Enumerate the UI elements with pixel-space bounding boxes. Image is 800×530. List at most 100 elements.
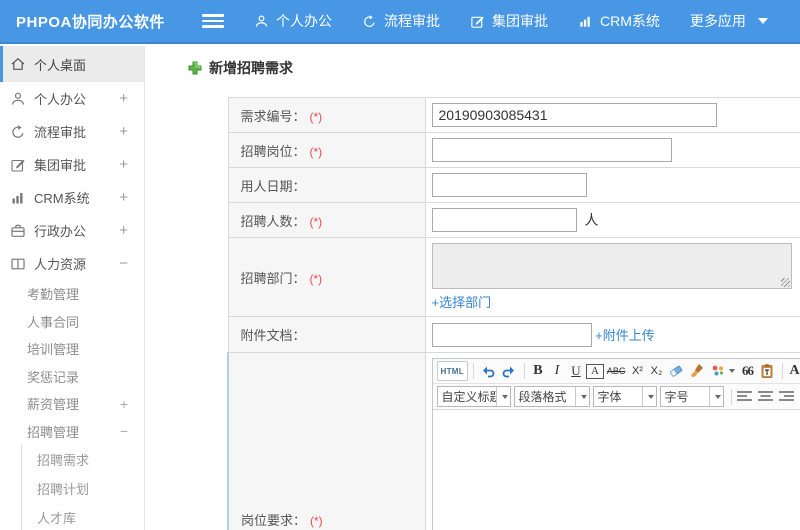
recruitment-submenu: 招聘需求 招聘计划 人才库 — [21, 445, 144, 530]
hire-date-input[interactable] — [431, 173, 587, 197]
form-row-requirements: 岗位要求： (*) HTML B I U A ABC X² X₂ 66 A 自定… — [227, 352, 800, 530]
toolbar-separator — [730, 388, 732, 405]
sidebar-item-recruit-plan[interactable]: 招聘计划 — [22, 474, 144, 503]
main-content: 新增招聘需求 需求编号：(*) 招聘岗位：(*) — [146, 46, 800, 530]
sidebar-item-hr-contract[interactable]: 人事合同 — [0, 308, 144, 336]
strikethrough-button[interactable]: ABC — [605, 361, 628, 381]
sidebar-item-label: 行政办公 — [34, 224, 87, 239]
sidebar-item-hr[interactable]: 人力资源 − — [0, 247, 144, 280]
caret-down-icon — [495, 387, 510, 406]
sidebar-item-label: 集团审批 — [34, 158, 87, 173]
sidebar-item-label: 考勤管理 — [27, 287, 80, 303]
nav-personal-office[interactable]: 个人办公 — [254, 11, 332, 31]
form-row-position: 招聘岗位： (*) — [227, 132, 800, 168]
nav-label: 集团审批 — [492, 13, 548, 29]
editor-content-area[interactable] — [432, 410, 800, 530]
expand-icon[interactable]: + — [120, 396, 128, 412]
required-mark: (*) — [309, 214, 323, 229]
blockquote-button[interactable]: 66 — [738, 361, 756, 381]
font-color-button[interactable]: A — [787, 361, 800, 381]
toolbar-separator — [472, 363, 474, 379]
position-input[interactable] — [431, 138, 672, 162]
sidebar-item-label: 个人桌面 — [34, 57, 87, 73]
sidebar-item-label: CRM系统 — [34, 191, 90, 206]
sidebar-item-label: 个人办公 — [34, 92, 87, 107]
underline-button[interactable]: U — [567, 361, 585, 381]
nav-more-apps[interactable]: 更多应用 — [690, 11, 768, 31]
sidebar-item-training[interactable]: 培训管理 — [0, 335, 144, 363]
department-textarea[interactable] — [431, 243, 792, 289]
sidebar-item-recruit-demand[interactable]: 招聘需求 — [22, 445, 144, 474]
toolbar-separator — [523, 363, 525, 379]
nav-workflow-approval[interactable]: 流程审批 — [362, 11, 440, 31]
bold-button[interactable]: B — [529, 361, 547, 381]
field-label: 招聘岗位： — [240, 143, 306, 159]
sidebar-item-admin-office[interactable]: 行政办公 + — [0, 214, 144, 247]
format-brush-icon[interactable] — [687, 361, 707, 381]
collapse-icon[interactable]: − — [119, 255, 128, 272]
font-size-select[interactable]: 字号 — [659, 386, 724, 407]
nav-label: CRM系统 — [600, 13, 660, 29]
emotion-icon[interactable] — [708, 361, 737, 381]
add-icon — [188, 61, 202, 75]
sidebar-item-salary[interactable]: 薪资管理 + — [0, 390, 144, 418]
undo-icon[interactable] — [478, 361, 498, 381]
nav-crm-system[interactable]: CRM系统 — [578, 11, 660, 31]
sidebar-item-label: 薪资管理 — [27, 397, 80, 413]
editor-toolbar-row1: HTML B I U A ABC X² X₂ 66 A — [432, 359, 800, 384]
menu-toggle-icon[interactable] — [202, 14, 224, 28]
page-title-text: 新增招聘需求 — [209, 60, 293, 76]
attachment-input[interactable] — [431, 322, 592, 347]
expand-icon[interactable]: + — [119, 189, 128, 206]
sidebar-item-label: 人才库 — [37, 511, 77, 526]
sidebar-item-attendance[interactable]: 考勤管理 — [0, 280, 144, 308]
expand-icon[interactable]: + — [119, 222, 128, 239]
subscript-button[interactable]: X₂ — [647, 361, 665, 381]
sidebar-item-desktop[interactable]: 个人桌面 — [0, 46, 144, 82]
edit-icon — [11, 159, 25, 172]
custom-title-select[interactable]: 自定义标题 — [436, 386, 511, 407]
align-left-icon[interactable] — [736, 390, 753, 404]
page-title: 新增招聘需求 — [188, 58, 293, 78]
field-label: 需求编号： — [240, 108, 306, 124]
align-center-icon[interactable] — [757, 390, 774, 404]
collapse-icon[interactable]: − — [120, 423, 128, 439]
caret-down-icon — [708, 387, 723, 406]
sidebar-item-personal-office[interactable]: 个人办公 + — [0, 82, 144, 115]
font-border-button[interactable]: A — [585, 363, 604, 379]
italic-button[interactable]: I — [548, 361, 566, 381]
sidebar-item-talent-pool[interactable]: 人才库 — [22, 503, 144, 530]
editor-toolbar-row2: 自定义标题 段落格式 字体 — [432, 384, 800, 410]
demand-number-input[interactable] — [431, 103, 717, 127]
superscript-button[interactable]: X² — [628, 361, 646, 381]
paste-icon[interactable] — [757, 361, 777, 381]
headcount-input[interactable] — [431, 208, 577, 232]
sidebar-item-group-approval[interactable]: 集团审批 + — [0, 148, 144, 181]
sidebar-item-label: 流程审批 — [34, 125, 87, 140]
form-row-date: 用人日期： — [227, 167, 800, 203]
caret-down-icon — [574, 387, 589, 406]
expand-icon[interactable]: + — [119, 156, 128, 173]
redo-icon[interactable] — [499, 361, 519, 381]
attachment-upload-link[interactable]: +附件上传 — [595, 328, 655, 343]
toolbar-separator — [782, 363, 784, 379]
font-family-select[interactable]: 字体 — [592, 386, 657, 407]
source-code-button[interactable]: HTML — [436, 361, 468, 381]
sidebar-item-workflow-approval[interactable]: 流程审批 + — [0, 115, 144, 148]
sidebar-item-label: 招聘需求 — [37, 453, 90, 468]
nav-label: 个人办公 — [276, 13, 332, 29]
user-icon — [11, 92, 25, 105]
sidebar-item-crm[interactable]: CRM系统 + — [0, 181, 144, 214]
nav-group-approval[interactable]: 集团审批 — [470, 11, 548, 31]
field-label: 用人日期： — [240, 178, 306, 194]
expand-icon[interactable]: + — [119, 123, 128, 140]
sidebar-item-recruitment[interactable]: 招聘管理 − — [0, 418, 144, 446]
sidebar-item-rewards[interactable]: 奖惩记录 — [0, 363, 144, 391]
form-row-number: 需求编号： (*) — [227, 97, 800, 133]
expand-icon[interactable]: + — [119, 90, 128, 107]
eraser-icon[interactable] — [666, 361, 686, 381]
paragraph-format-select[interactable]: 段落格式 — [513, 386, 590, 407]
align-right-icon[interactable] — [778, 390, 795, 404]
sidebar-item-label: 招聘管理 — [27, 424, 80, 440]
select-department-link[interactable]: +选择部门 — [432, 295, 492, 310]
